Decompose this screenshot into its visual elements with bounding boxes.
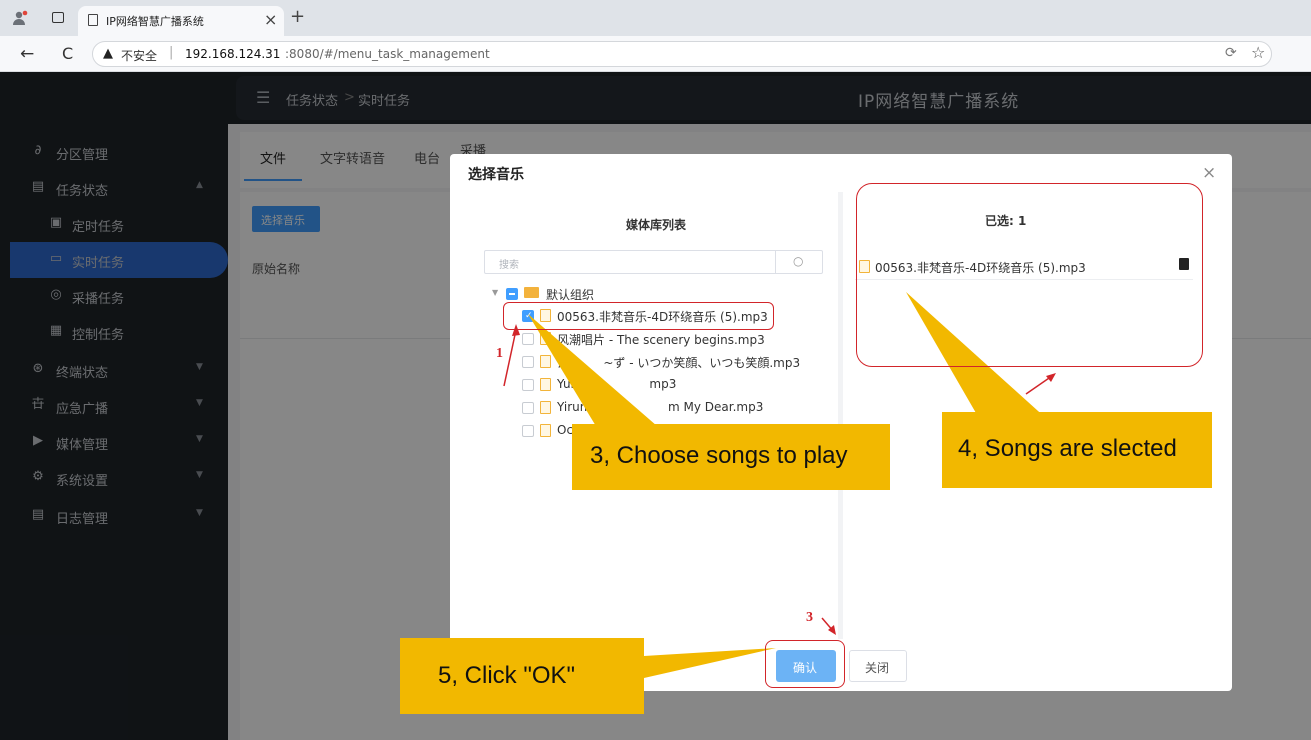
annotation-pointers [503,292,1056,678]
callout-step-3: 3, Choose songs to play [572,424,890,490]
callout-step-3-text: 3, Choose songs to play [590,442,848,469]
callout-step-4-text: 4, Songs are slected [958,435,1177,462]
arrow-1 [503,329,517,387]
callout-step-5-text: 5, Click "OK" [438,662,576,689]
highlight-checked-file [503,302,774,330]
annotation-mark-3: 3 [806,610,813,625]
callout-step-5: 5, Click "OK" [400,638,644,714]
highlight-confirm-button [765,640,845,688]
arrow-4-head [1046,373,1056,382]
annotation-mark-1: 1 [496,346,503,361]
arrow-4 [1025,375,1053,395]
callout-step-4: 4, Songs are slected [942,412,1212,488]
highlight-selected-panel [856,183,1203,367]
callout-5-pointer [644,648,776,678]
